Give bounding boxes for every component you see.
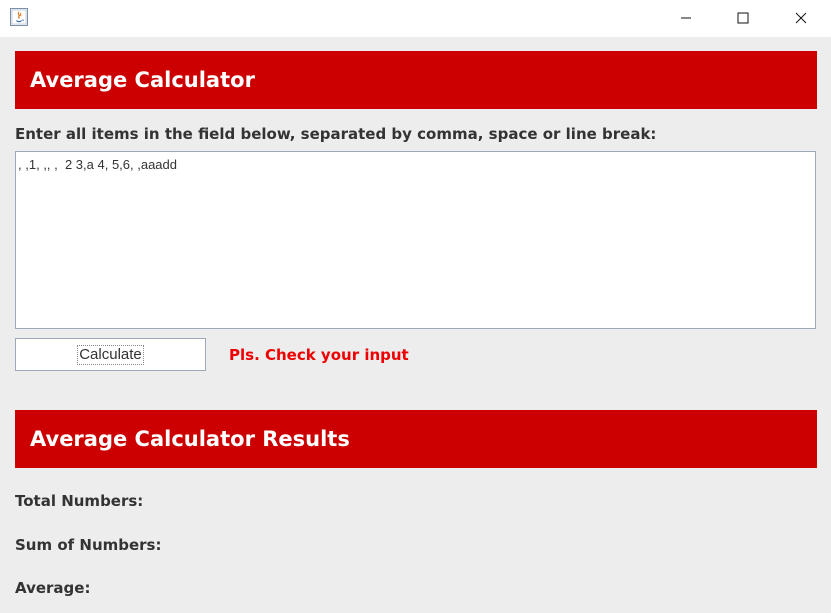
calculator-title: Average Calculator <box>30 68 255 92</box>
results-title: Average Calculator Results <box>30 427 350 451</box>
java-icon[interactable] <box>10 8 28 26</box>
close-button[interactable] <box>772 0 830 37</box>
minimize-button[interactable] <box>657 0 715 37</box>
close-icon <box>795 9 807 28</box>
instructions-label: Enter all items in the field below, sepa… <box>15 125 657 143</box>
calculate-button[interactable]: Calculate <box>15 338 206 371</box>
maximize-button[interactable] <box>714 0 772 37</box>
title-bar <box>0 0 831 37</box>
results-header: Average Calculator Results <box>15 410 817 468</box>
average-label: Average: <box>15 579 91 597</box>
calculate-button-label: Calculate <box>77 344 144 365</box>
sum-of-numbers-label: Sum of Numbers: <box>15 536 162 554</box>
total-numbers-label: Total Numbers: <box>15 492 144 510</box>
calculator-header: Average Calculator <box>15 51 817 109</box>
maximize-icon <box>737 9 749 28</box>
error-message: Pls. Check your input <box>229 346 409 364</box>
minimize-icon <box>680 9 692 28</box>
numbers-input[interactable]: , ,1, ,, , 2 3,a 4, 5,6, ,aaadd <box>15 151 816 329</box>
